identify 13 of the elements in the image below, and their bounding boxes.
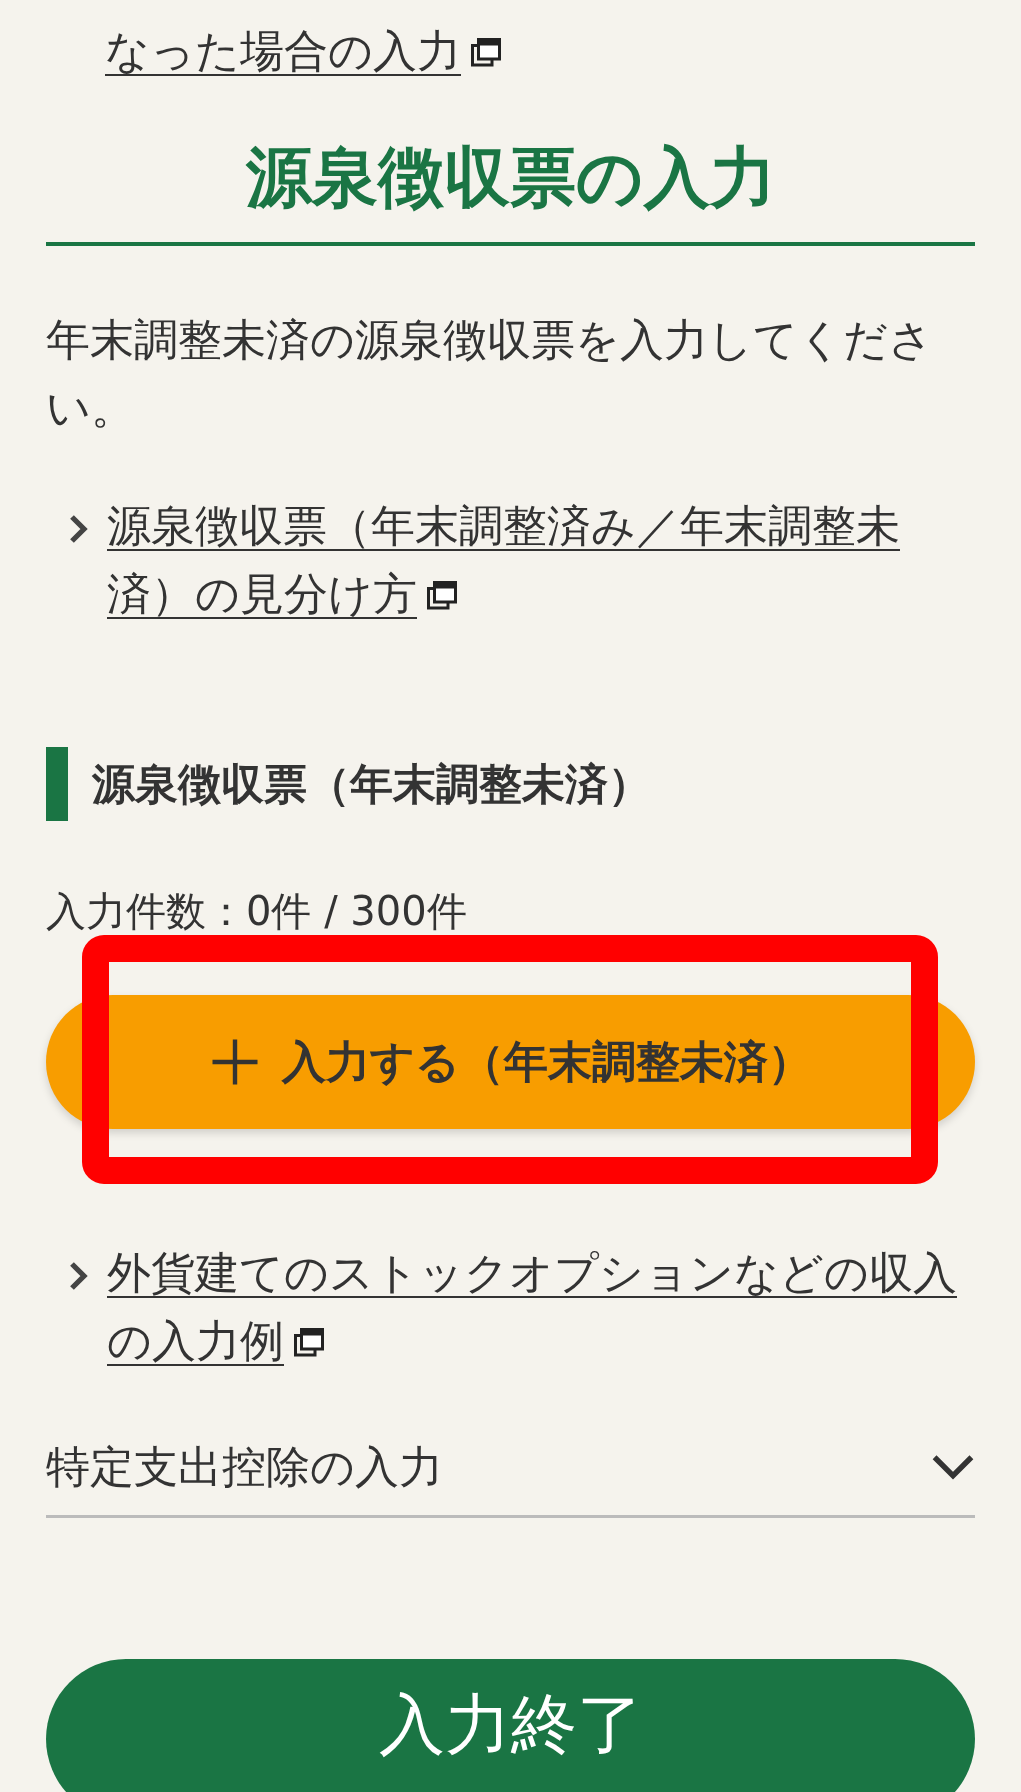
chevron-down-icon	[931, 1454, 975, 1480]
link[interactable]: 源泉徴収票（年末調整済み／年末調整未済）の見分け方	[107, 492, 975, 628]
chevron-right-icon	[68, 1261, 88, 1291]
chevron-right-icon	[68, 514, 88, 544]
add-entry-button[interactable]: 入力する（年末調整未済）	[46, 995, 975, 1129]
intro-text: 年末調整未済の源泉徴収票を入力してください。	[46, 313, 934, 435]
accordion-header[interactable]: 特定支出控除の入力	[46, 1433, 975, 1518]
page-title: 源泉徴収票の入力	[46, 136, 975, 246]
link[interactable]: 外貨建てのストックオプションなどの収入の入力例	[107, 1239, 975, 1375]
link[interactable]: なった場合の入力	[105, 25, 501, 76]
entry-count: 入力件数：0件 / 300件	[46, 887, 468, 936]
section-heading: 源泉徴収票（年末調整未済）	[92, 758, 651, 811]
finish-button[interactable]: 入力終了	[46, 1659, 975, 1792]
